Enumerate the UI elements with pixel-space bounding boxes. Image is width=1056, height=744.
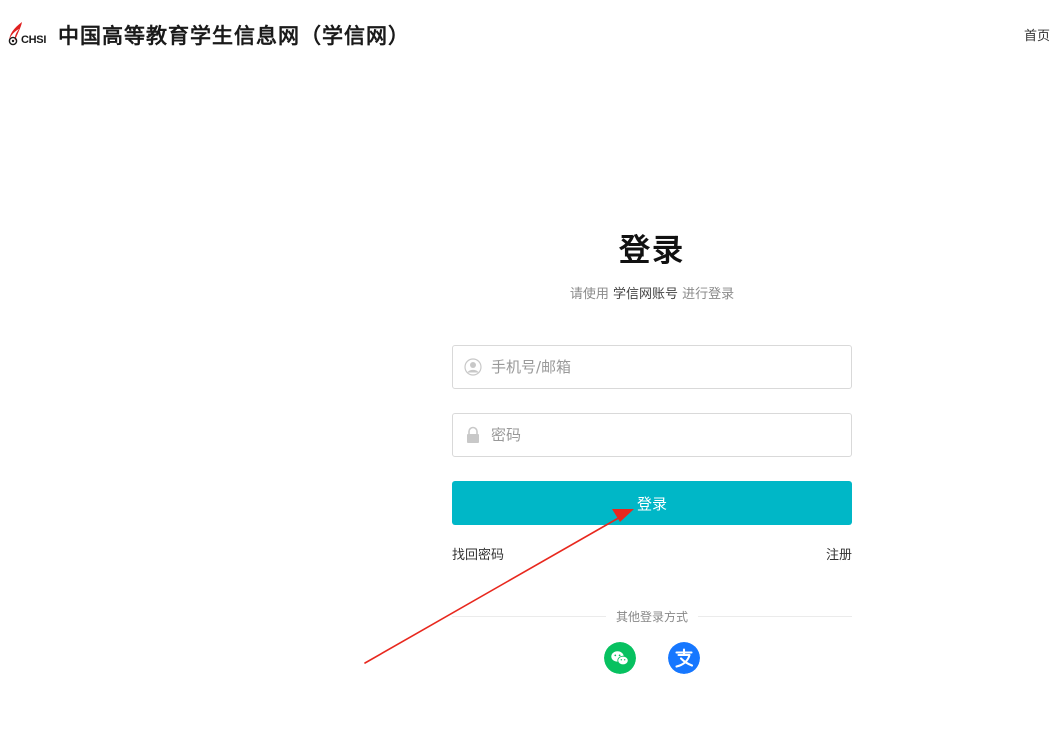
password-field[interactable] — [452, 413, 852, 457]
subtitle-account-name: 学信网账号 — [612, 287, 678, 302]
social-login — [604, 642, 700, 674]
user-icon — [464, 358, 482, 376]
wechat-icon[interactable] — [604, 642, 636, 674]
forgot-password-link[interactable]: 找回密码 — [452, 544, 504, 563]
logo-text: CHSI — [21, 34, 47, 46]
login-panel: 登录 请使用 学信网账号 进行登录 登录 找回密码 注册 — [452, 228, 853, 674]
lock-icon — [467, 426, 479, 443]
other-login-divider: 其他登录方式 — [452, 608, 853, 624]
username-input[interactable] — [491, 358, 851, 376]
auth-links: 找回密码 注册 — [452, 544, 852, 563]
username-field[interactable] — [452, 345, 852, 389]
login-title: 登录 — [619, 233, 685, 269]
other-login-label: 其他登录方式 — [616, 609, 689, 624]
chsi-logo-icon: CHSI — [6, 20, 52, 50]
password-input[interactable] — [491, 426, 851, 444]
divider-line-right — [698, 615, 853, 617]
login-subtitle: 请使用 学信网账号 进行登录 — [452, 286, 852, 304]
login-button[interactable]: 登录 — [452, 481, 852, 525]
site-title: 中国高等教育学生信息网（学信网） — [58, 23, 410, 48]
subtitle-suffix: 进行登录 — [682, 287, 735, 302]
login-page: CHSI 中国高等教育学生信息网（学信网） 首页 登录 请使用 学信网账号 进行… — [0, 0, 1056, 744]
site-logo[interactable]: CHSI 中国高等教育学生信息网（学信网） — [6, 20, 410, 50]
divider-line-left — [452, 615, 606, 617]
register-link[interactable]: 注册 — [826, 544, 852, 563]
alipay-icon[interactable] — [668, 642, 700, 674]
home-link[interactable]: 首页 — [1024, 25, 1050, 44]
subtitle-prefix: 请使用 — [569, 287, 609, 302]
